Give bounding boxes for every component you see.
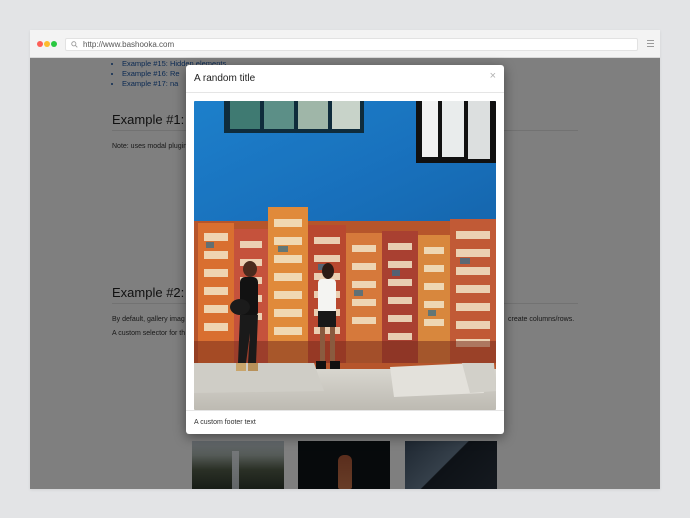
maximize-window-dot[interactable] [51, 41, 57, 47]
modal-footer: A custom footer text [186, 410, 504, 434]
address-bar[interactable]: http://www.bashooka.com [65, 38, 638, 51]
street-photo-illustration [194, 101, 496, 410]
minimize-window-dot[interactable] [44, 41, 50, 47]
modal-footer-text: A custom footer text [194, 419, 256, 426]
modal-header: A random title × [186, 65, 504, 93]
browser-toolbar: http://www.bashooka.com [30, 30, 660, 58]
hamburger-menu-icon[interactable] [647, 40, 654, 47]
close-window-dot[interactable] [37, 41, 43, 47]
close-icon[interactable]: × [490, 70, 496, 82]
address-url: http://www.bashooka.com [83, 40, 175, 49]
modal-title: A random title [194, 73, 256, 84]
lightbox-modal: A random title × A custom footer text [186, 65, 504, 434]
modal-photo [194, 101, 496, 410]
search-icon [71, 41, 78, 48]
